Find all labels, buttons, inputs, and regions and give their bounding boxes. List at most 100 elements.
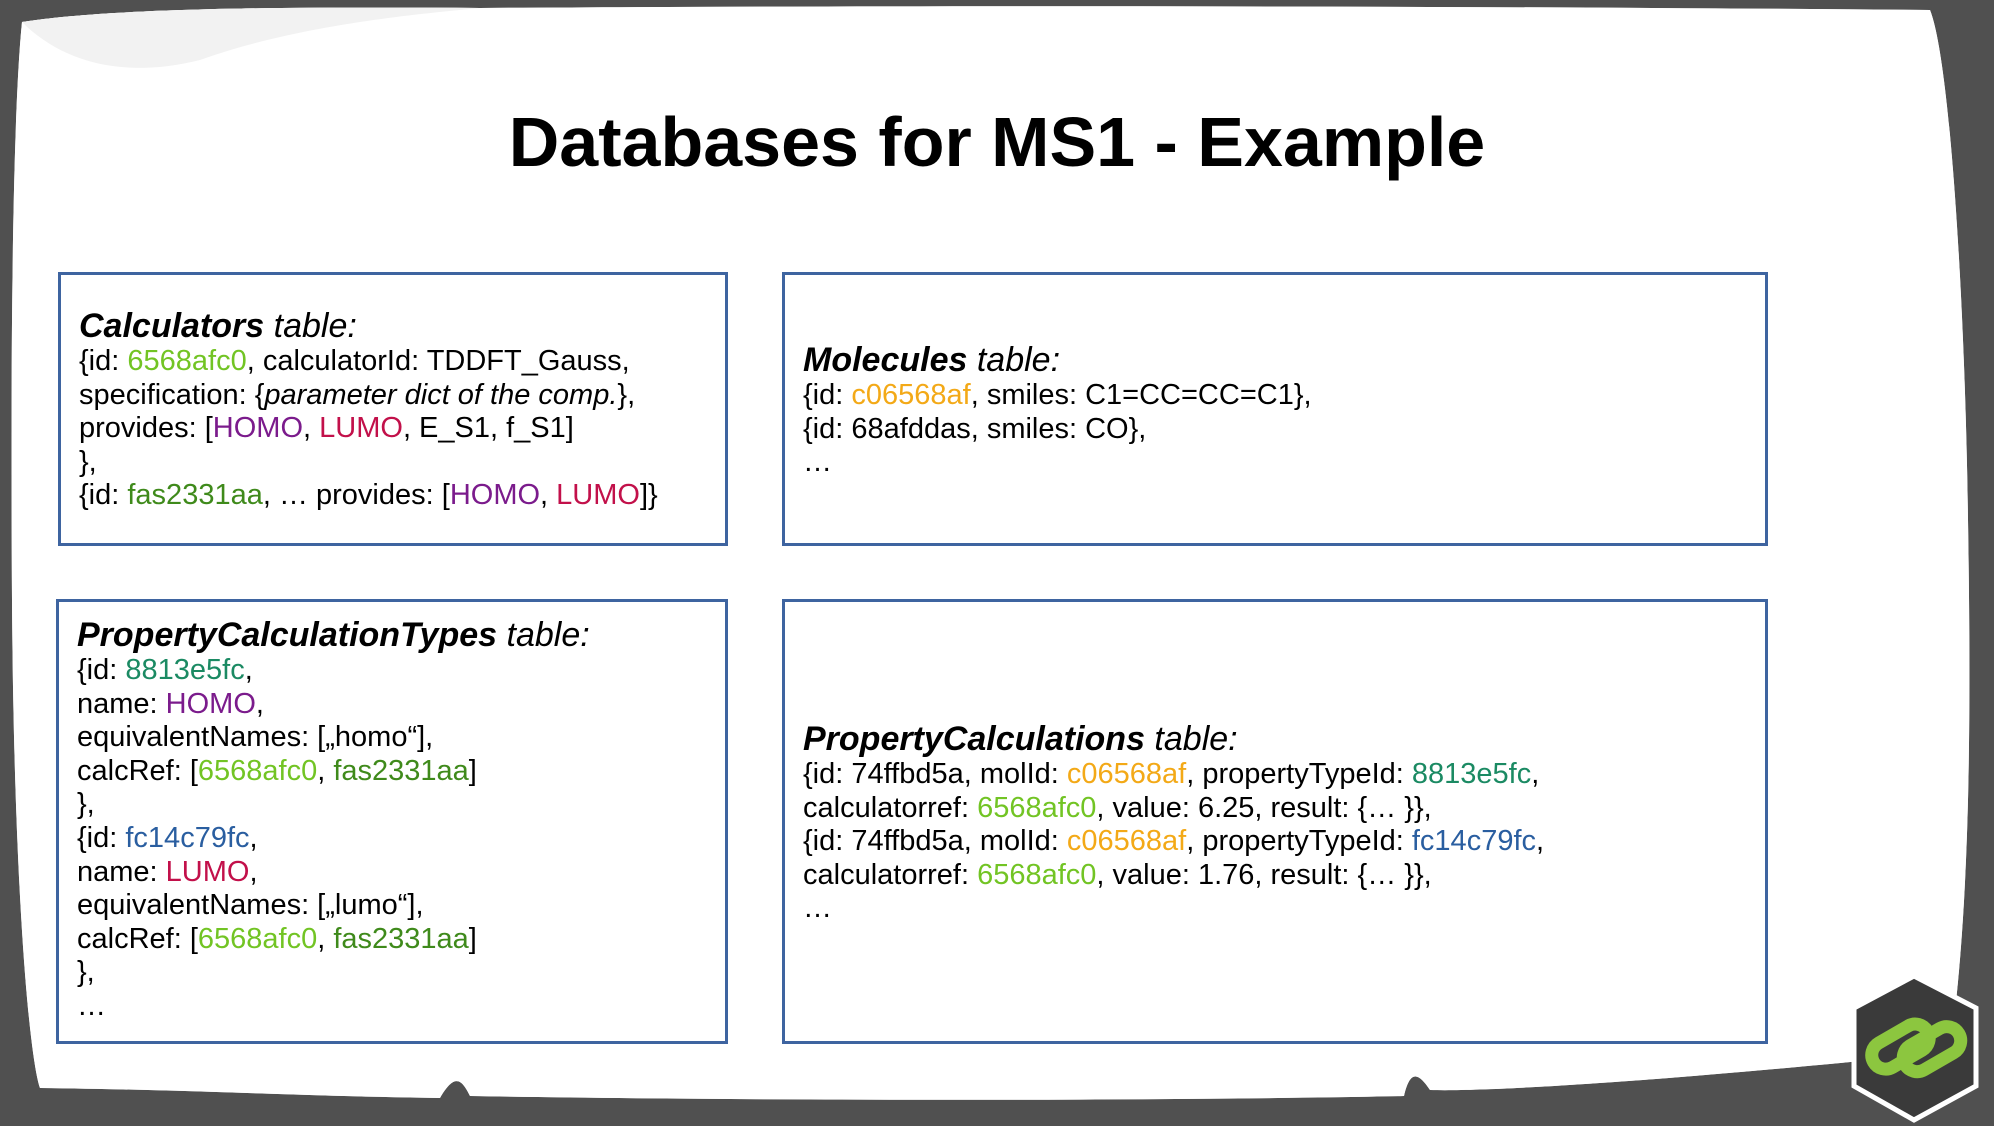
text-segment: },	[79, 445, 97, 478]
text-segment: ,	[255, 687, 264, 720]
record-line: provides: [HOMO, LUMO, E_S1, f_S1]	[79, 412, 707, 446]
record-line: name: LUMO,	[77, 856, 707, 890]
record-line: specification: {parameter dict of the co…	[79, 379, 707, 413]
text-segment: , value: 1.76, result: {… }},	[1096, 858, 1432, 891]
record-line: equivalentNames: [„lumo“],	[77, 889, 707, 923]
highlighted-token: 6568afc0	[197, 754, 318, 787]
text-segment: {id:	[79, 479, 128, 512]
text-segment: parameter dict of the comp.	[264, 378, 618, 411]
highlighted-token: fc14c79fc	[1411, 825, 1537, 858]
text-segment: {id:	[803, 379, 852, 411]
text-segment: ,	[303, 412, 320, 445]
text-segment: {id:	[77, 654, 126, 686]
record-line: {id: c06568af, smiles: C1=CC=CC=C1},	[803, 379, 1747, 413]
text-segment: name:	[77, 855, 166, 888]
text-segment: },	[617, 378, 636, 411]
text-segment: , … provides: [	[262, 479, 450, 512]
text-segment: calculatorref:	[803, 858, 978, 891]
record-line: },	[77, 956, 707, 990]
molecules-table-box: Molecules table: {id: c06568af, smiles: …	[782, 272, 1768, 546]
highlighted-token: fas2331aa	[127, 479, 263, 512]
record-line: },	[77, 788, 707, 822]
record-line: name: HOMO,	[77, 688, 707, 722]
record-line: {id: 74ffbd5a, molId: c06568af, property…	[803, 758, 1747, 792]
text-segment: ,	[244, 654, 253, 686]
text-segment: , propertyTypeId:	[1186, 825, 1412, 858]
text-segment: …	[77, 989, 106, 1022]
record-line: equivalentNames: [„homo“],	[77, 721, 707, 755]
property-calculation-types-records: {id: 8813e5fc, name: HOMO, equivalentNames…	[77, 654, 707, 1024]
highlighted-token: LUMO	[165, 855, 250, 888]
text-segment: provides: [	[79, 412, 213, 445]
text-segment: , calculatorId: TDDFT_Gauss,	[246, 345, 630, 377]
molecules-table-title: Molecules table:	[803, 341, 1061, 379]
text-segment: , smiles: C1=CC=CC=C1},	[970, 379, 1312, 411]
text-segment: name:	[77, 687, 166, 720]
record-line: calculatorref: 6568afc0, value: 1.76, re…	[803, 859, 1747, 893]
highlighted-token: 6568afc0	[977, 791, 1097, 824]
record-line: {id: fas2331aa, … provides: [HOMO, LUMO]…	[79, 479, 707, 513]
text-segment: ,	[249, 855, 258, 888]
molecules-records: {id: c06568af, smiles: C1=CC=CC=C1}, {id:…	[803, 379, 1747, 480]
text-segment: equivalentNames: [„lumo“],	[77, 889, 424, 922]
record-line: {id: 74ffbd5a, molId: c06568af, property…	[803, 825, 1747, 859]
highlighted-token: 6568afc0	[127, 345, 247, 377]
record-line: …	[803, 892, 1747, 926]
text-segment: {id: 74ffbd5a, molId:	[803, 758, 1067, 790]
text-segment: },	[77, 788, 95, 821]
highlighted-token: 8813e5fc	[1411, 758, 1532, 790]
text-segment: {id:	[77, 821, 126, 854]
highlighted-token: c06568af	[851, 379, 971, 411]
text-segment: calcRef: [	[77, 922, 198, 955]
text-segment: ,	[540, 479, 557, 512]
text-segment: ,	[249, 821, 258, 854]
highlighted-token: c06568af	[1066, 758, 1187, 790]
highlighted-token: HOMO	[212, 412, 304, 445]
property-calculations-table-title: PropertyCalculations table:	[803, 720, 1238, 758]
text-segment: …	[803, 892, 832, 925]
record-line: …	[77, 990, 707, 1024]
text-segment: equivalentNames: [„homo“],	[77, 721, 434, 754]
record-line: calcRef: [6568afc0, fas2331aa]	[77, 923, 707, 957]
highlighted-token: fc14c79fc	[125, 821, 250, 854]
text-segment: },	[77, 956, 95, 989]
record-line: {id: 68afddas, smiles: CO},	[803, 413, 1747, 447]
text-segment: , E_S1, f_S1]	[402, 412, 574, 445]
record-line: {id: 8813e5fc,	[77, 654, 707, 688]
text-segment: , value: 6.25, result: {… }},	[1096, 791, 1432, 824]
text-segment: ]	[468, 754, 477, 787]
property-calculation-types-table-box: PropertyCalculationTypes table: {id: 881…	[56, 599, 728, 1044]
record-line: calcRef: [6568afc0, fas2331aa]	[77, 755, 707, 789]
highlighted-token: LUMO	[319, 412, 403, 445]
highlighted-token: LUMO	[556, 479, 640, 512]
highlighted-token: HOMO	[165, 687, 256, 720]
text-segment: calcRef: [	[77, 754, 198, 787]
highlighted-token: c06568af	[1066, 825, 1187, 858]
text-segment: calculatorref:	[803, 791, 978, 824]
property-calculation-types-table-title: PropertyCalculationTypes table:	[77, 616, 590, 654]
text-segment: ]	[468, 922, 477, 955]
calculators-table-box: Calculators table: {id: 6568afc0, calcul…	[58, 272, 728, 546]
text-segment: ,	[1531, 758, 1540, 790]
slide-title: Databases for MS1 - Example	[508, 103, 1486, 181]
text-segment: {id: 74ffbd5a, molId:	[803, 825, 1067, 858]
highlighted-token: HOMO	[449, 479, 541, 512]
highlighted-token: fas2331aa	[333, 754, 469, 787]
calculators-records: {id: 6568afc0, calculatorId: TDDFT_Gauss…	[79, 345, 707, 513]
text-segment: specification: {	[79, 378, 265, 411]
highlighted-token: 8813e5fc	[125, 654, 245, 686]
hexagon-chain-link-icon	[1851, 973, 1979, 1123]
text-segment: ,	[1536, 825, 1545, 858]
text-segment: ]}	[639, 479, 658, 512]
text-segment: ,	[317, 922, 334, 955]
text-segment: {id: 68afddas, smiles: CO},	[803, 412, 1147, 445]
text-segment: …	[803, 446, 832, 479]
property-calculations-records: {id: 74ffbd5a, molId: c06568af, property…	[803, 758, 1747, 926]
record-line: calculatorref: 6568afc0, value: 6.25, re…	[803, 792, 1747, 826]
highlighted-token: fas2331aa	[333, 922, 469, 955]
text-segment: {id:	[79, 345, 128, 377]
property-calculations-table-box: PropertyCalculations table: {id: 74ffbd5…	[782, 599, 1768, 1044]
text-segment: ,	[317, 754, 334, 787]
calculators-table-title: Calculators table:	[79, 307, 357, 345]
record-line: {id: 6568afc0, calculatorId: TDDFT_Gauss…	[79, 345, 707, 379]
